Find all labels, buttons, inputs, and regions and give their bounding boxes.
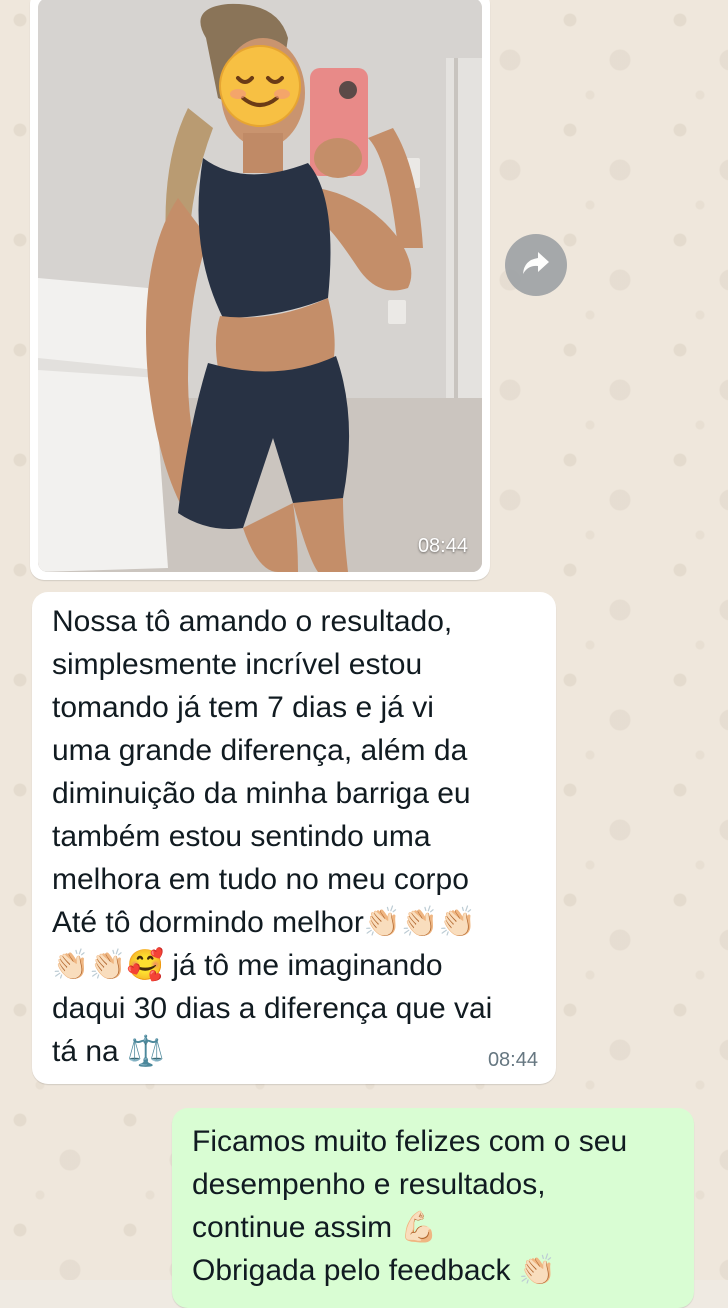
outgoing-message-bubble[interactable]: Ficamos muito felizes com o seu desempen… bbox=[172, 1108, 694, 1308]
incoming-message-timestamp: 08:44 bbox=[487, 1049, 538, 1071]
forward-arrow-icon bbox=[521, 250, 551, 281]
incoming-message-bubble[interactable]: Nossa tô amando o resultado, simplesment… bbox=[32, 592, 556, 1084]
photo-illustration bbox=[38, 0, 482, 572]
image-message-bubble[interactable]: 08:44 bbox=[30, 0, 490, 580]
image-timestamp: 08:44 bbox=[417, 535, 468, 557]
outgoing-message-text: Ficamos muito felizes com o seu desempen… bbox=[192, 1125, 628, 1287]
message-photo[interactable]: 08:44 bbox=[38, 0, 482, 572]
forward-button[interactable] bbox=[505, 234, 567, 296]
incoming-message-text: Nossa tô amando o resultado, simplesment… bbox=[52, 605, 493, 1068]
